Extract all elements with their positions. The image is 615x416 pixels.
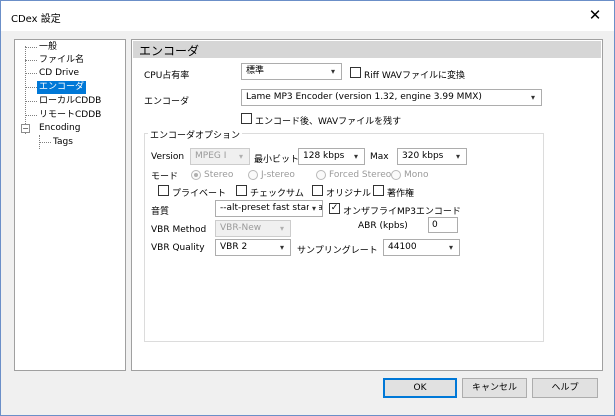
tree-guide-line <box>25 101 37 102</box>
vbr-quality-value: VBR 2 <box>220 242 248 252</box>
checksum-checkbox[interactable] <box>236 185 247 196</box>
encoder-label: エンコーダ <box>144 97 190 107</box>
quality-value: --alt-preset fast standard <box>220 203 323 213</box>
panel-header: エンコーダ <box>133 41 601 58</box>
vbr-quality-label: VBR Quality <box>151 243 205 253</box>
chevron-down-icon: ▾ <box>448 243 453 252</box>
tree-item-encoder[interactable]: エンコーダ <box>37 81 87 94</box>
min-bitrate-value: 128 kbps <box>303 151 345 161</box>
abr-input[interactable]: 0 <box>428 217 458 233</box>
copyright-label: 著作権 <box>387 189 415 199</box>
original-label: オリジナル <box>326 189 372 199</box>
cpu-priority-select[interactable]: 標準 ▾ <box>241 63 342 80</box>
max-bitrate-label: Max <box>370 152 389 162</box>
tree-item-remote-cddb[interactable]: リモートCDDB <box>37 109 103 122</box>
encoder-select[interactable]: Lame MP3 Encoder (version 1.32, engine 3… <box>241 89 542 106</box>
quality-select[interactable]: --alt-preset fast standard ▾ <box>215 200 323 217</box>
help-button[interactable]: ヘルプ <box>532 378 598 398</box>
radio-dot <box>194 173 198 177</box>
on-the-fly-checkbox[interactable]: ✓ <box>329 203 340 214</box>
title-bar: CDex 設定 ✕ <box>1 1 614 31</box>
cpu-priority-value: 標準 <box>246 66 265 76</box>
mode-label: モード <box>151 172 179 182</box>
chevron-down-icon: ▾ <box>279 224 284 233</box>
chevron-down-icon: ▾ <box>353 152 358 161</box>
close-icon[interactable]: ✕ <box>586 6 604 24</box>
checksum-label: チェックサム <box>250 189 304 199</box>
max-bitrate-value: 320 kbps <box>402 151 444 161</box>
version-select[interactable]: MPEG I ▾ <box>190 148 250 165</box>
copyright-checkbox[interactable] <box>373 185 384 196</box>
ok-button[interactable]: OK <box>383 378 457 398</box>
tree-item-general[interactable]: 一般 <box>37 41 59 54</box>
sampling-rate-select[interactable]: 44100 ▾ <box>383 239 460 256</box>
keep-wav-label: エンコード後、WAVファイルを残す <box>255 117 402 127</box>
chevron-down-icon: ▾ <box>455 152 460 161</box>
sampling-rate-label: サンプリングレート <box>297 246 378 256</box>
riff-wav-label: Riff WAVファイルに変換 <box>364 71 465 81</box>
version-label: Version <box>151 152 185 162</box>
chevron-down-icon: ▾ <box>279 243 284 252</box>
chevron-down-icon: ▾ <box>330 67 335 76</box>
chevron-down-icon: ▾ <box>309 201 319 216</box>
private-checkbox[interactable] <box>158 185 169 196</box>
tree-guide-line <box>25 73 37 74</box>
chevron-down-icon: ▾ <box>238 152 243 161</box>
on-the-fly-label: オンザフライMP3エンコード <box>343 207 461 217</box>
vbr-method-value: VBR-New <box>220 223 262 233</box>
panel-title: エンコーダ <box>139 44 200 58</box>
settings-window: CDex 設定 ✕ 一般 ファイル名 CD Drive エンコーダ ローカルCD… <box>0 0 615 416</box>
mode-mono-label: Mono <box>404 170 429 180</box>
quality-label: 音質 <box>151 207 170 217</box>
mode-stereo-label: Stereo <box>204 170 234 180</box>
sampling-rate-value: 44100 <box>388 242 417 252</box>
encoder-value: Lame MP3 Encoder (version 1.32, engine 3… <box>246 92 482 102</box>
settings-tree[interactable]: 一般 ファイル名 CD Drive エンコーダ ローカルCDDB リモートCDD… <box>14 39 126 371</box>
mode-forced-stereo-label: Forced Stereo <box>329 170 392 180</box>
mode-stereo-radio[interactable] <box>191 170 201 180</box>
tree-guide-line <box>25 47 37 48</box>
tree-guide-line <box>25 60 37 61</box>
tree-item-local-cddb[interactable]: ローカルCDDB <box>37 95 103 108</box>
collapse-icon[interactable]: − <box>21 124 30 133</box>
vbr-method-select[interactable]: VBR-New ▾ <box>215 220 291 237</box>
encoder-options-title: エンコーダオプション <box>148 128 243 141</box>
tree-guide-line <box>25 115 37 116</box>
tree-item-encoding[interactable]: Encoding <box>37 122 82 135</box>
mode-jstereo-radio[interactable] <box>248 170 258 180</box>
max-bitrate-select[interactable]: 320 kbps ▾ <box>397 148 467 165</box>
cpu-label: CPU占有率 <box>144 71 190 81</box>
window-title: CDex 設定 <box>11 14 61 25</box>
mode-mono-radio[interactable] <box>391 170 401 180</box>
original-checkbox[interactable] <box>312 185 323 196</box>
vbr-quality-select[interactable]: VBR 2 ▾ <box>215 239 291 256</box>
riff-wav-checkbox[interactable] <box>350 67 361 78</box>
tree-item-tags[interactable]: Tags <box>51 136 75 149</box>
min-bitrate-select[interactable]: 128 kbps ▾ <box>298 148 365 165</box>
tree-item-filename[interactable]: ファイル名 <box>37 54 86 67</box>
vbr-method-label: VBR Method <box>151 225 207 235</box>
abr-label: ABR (kpbs) <box>358 221 408 231</box>
cancel-button[interactable]: キャンセル <box>462 378 527 398</box>
private-label: プライベート <box>172 189 227 199</box>
chevron-down-icon: ▾ <box>530 93 535 102</box>
tree-item-cd-drive[interactable]: CD Drive <box>37 67 81 80</box>
mode-jstereo-label: J-stereo <box>261 170 295 180</box>
tree-guide-line <box>25 87 37 88</box>
min-bitrate-label: 最小ビット <box>254 155 300 165</box>
mode-forced-stereo-radio[interactable] <box>316 170 326 180</box>
keep-wav-checkbox[interactable] <box>241 113 252 124</box>
version-value: MPEG I <box>195 151 227 161</box>
tree-guide-line <box>39 142 51 143</box>
